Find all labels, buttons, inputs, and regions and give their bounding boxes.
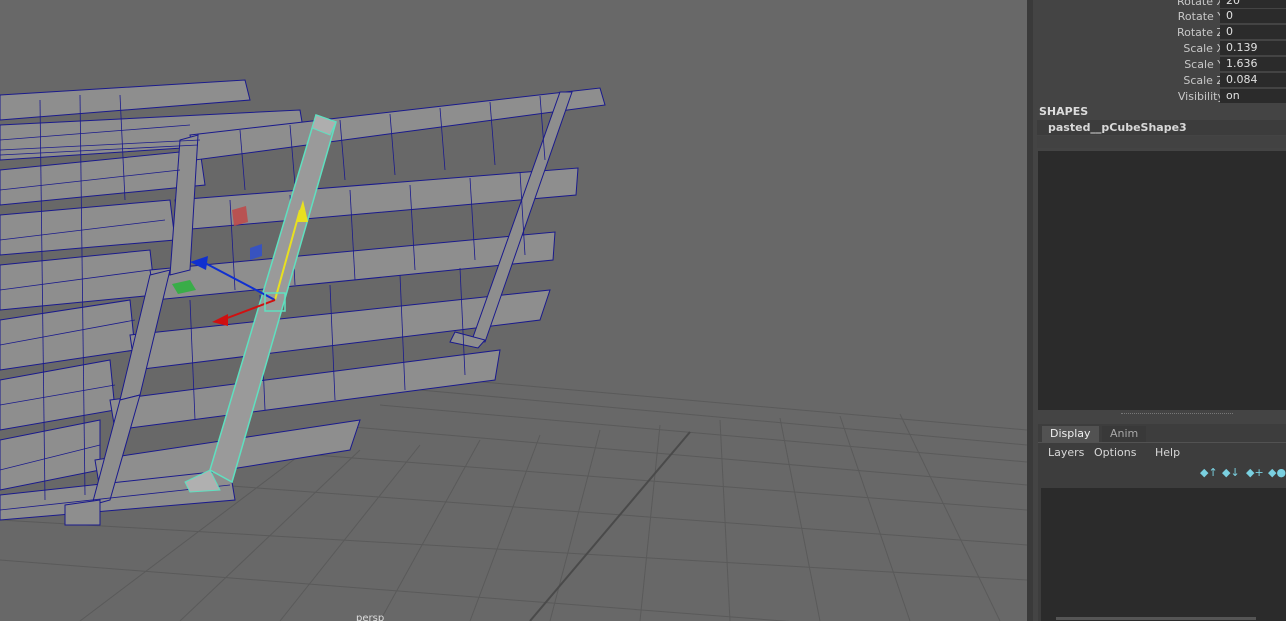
channel-box: Rotate X 20 Rotate Y 0 Rotate Z 0 Scale …	[1033, 0, 1286, 621]
attr-row-scale-x[interactable]: Scale X 0.139	[1033, 41, 1286, 57]
horizontal-scrollbar[interactable]	[1056, 617, 1256, 620]
crate-mesh[interactable]	[0, 79, 606, 526]
attr-row-scale-z[interactable]: Scale Z 0.084	[1033, 73, 1286, 89]
attr-label: Scale Z	[1183, 74, 1224, 87]
attr-row-rotate-y[interactable]: Rotate Y 0	[1033, 9, 1286, 25]
shape-list-spacer	[1037, 136, 1286, 148]
attr-label: Rotate Z	[1176, 26, 1224, 39]
shape-list-item[interactable]: pasted__pCubeShape3	[1037, 120, 1286, 135]
tab-display[interactable]: Display	[1042, 426, 1099, 442]
attr-label: Scale Y	[1184, 58, 1224, 71]
attr-value-field[interactable]: on	[1220, 89, 1286, 103]
attr-row-scale-y[interactable]: Scale Y 1.636	[1033, 57, 1286, 73]
menu-options[interactable]: Options	[1094, 446, 1136, 459]
3d-viewport[interactable]: persp	[0, 0, 1027, 621]
attr-value-field[interactable]: 0	[1220, 9, 1286, 23]
viewport-canvas[interactable]	[0, 0, 1027, 621]
attr-value-field[interactable]: 1.636	[1220, 57, 1286, 71]
attr-label: Rotate Y	[1177, 10, 1224, 23]
shapes-list-area	[1038, 151, 1286, 410]
attr-row-visibility[interactable]: Visibility on	[1033, 89, 1286, 105]
layer-toolbar: ◆↑ ◆↓ ◆+ ◆●	[1196, 466, 1286, 480]
x-axis-handle	[212, 314, 228, 326]
menu-help[interactable]: Help	[1155, 446, 1180, 459]
attr-value-field[interactable]: 0.084	[1220, 73, 1286, 87]
attr-label: Visibility	[1177, 90, 1224, 103]
layer-list-area[interactable]	[1041, 488, 1286, 621]
menu-layers[interactable]: Layers	[1048, 446, 1084, 459]
move-layer-down-icon[interactable]: ◆↓	[1222, 466, 1240, 480]
attr-label: Scale X	[1183, 42, 1224, 55]
attr-value-field[interactable]: 20	[1220, 0, 1286, 8]
yz-plane-handle	[250, 244, 262, 260]
layer-editor: Display Anim Layers Options Help ◆↑ ◆↓ ◆…	[1038, 424, 1286, 621]
shapes-section-header: SHAPES	[1039, 105, 1089, 118]
attr-label: Rotate X	[1176, 0, 1224, 8]
attr-value-field[interactable]: 0.139	[1220, 41, 1286, 55]
grid-axis-line	[529, 431, 691, 621]
attr-row-rotate-z[interactable]: Rotate Z 0	[1033, 25, 1286, 41]
shape-name: pasted__pCubeShape3	[1048, 121, 1187, 134]
attr-value-field[interactable]: 0	[1220, 25, 1286, 39]
new-layer-icon[interactable]: ◆+	[1246, 466, 1264, 480]
move-layer-up-icon[interactable]: ◆↑	[1200, 466, 1218, 480]
new-layer-selected-icon[interactable]: ◆●	[1268, 466, 1286, 480]
tab-anim[interactable]: Anim	[1102, 426, 1147, 442]
tab-strip-divider	[1038, 442, 1286, 443]
camera-label: persp	[356, 613, 385, 621]
panel-resize-grip[interactable]	[1121, 413, 1233, 416]
